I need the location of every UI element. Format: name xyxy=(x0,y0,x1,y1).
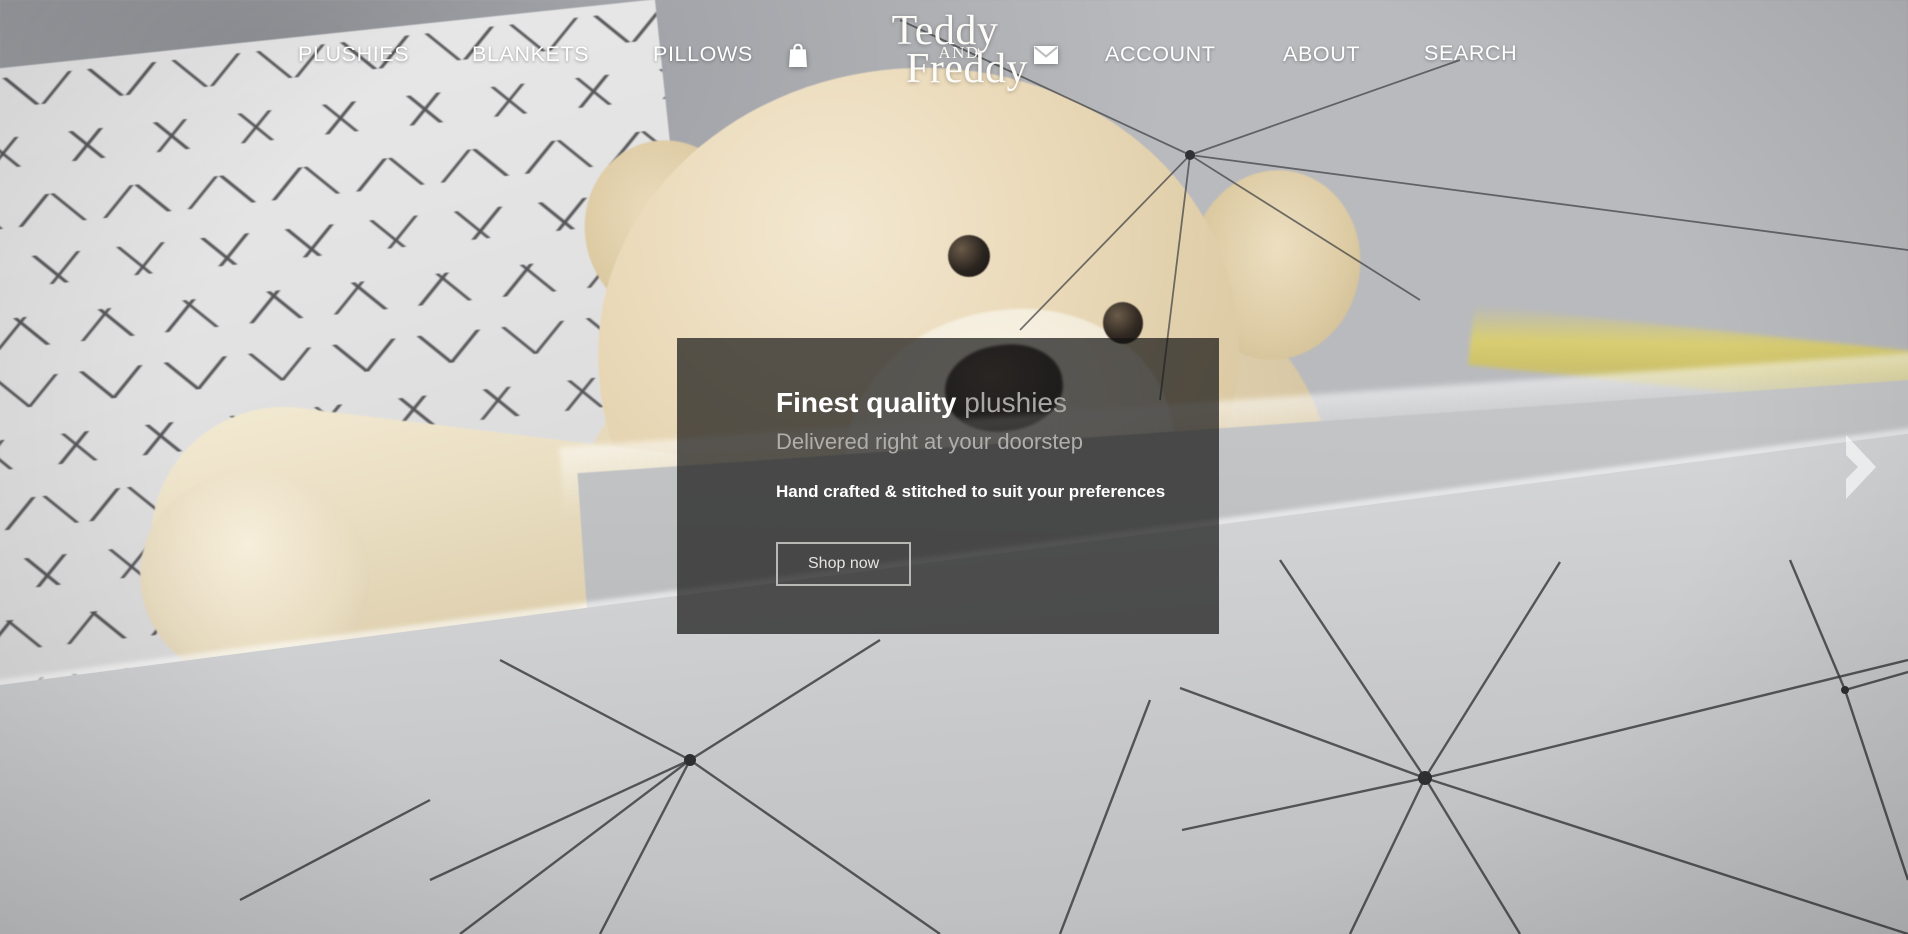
main-navigation: PLUSHIES BLANKETS PILLOWS Teddy AND Fred… xyxy=(0,0,1908,108)
hero-content-card: Finest quality plushies Delivered right … xyxy=(677,338,1219,634)
logo-line-2: Freddy xyxy=(906,46,1028,93)
site-header: PLUSHIES BLANKETS PILLOWS Teddy AND Fred… xyxy=(0,0,1908,108)
carousel-next-button[interactable] xyxy=(1836,430,1886,504)
hero-title-soft: plushies xyxy=(964,387,1067,418)
hero-title-strong: Finest quality xyxy=(776,387,957,418)
chevron-right-icon xyxy=(1846,435,1876,499)
envelope-icon[interactable] xyxy=(1033,44,1059,66)
shop-now-button[interactable]: Shop now xyxy=(776,542,912,587)
nav-link-blankets[interactable]: BLANKETS xyxy=(472,42,589,67)
site-logo[interactable]: Teddy AND Freddy xyxy=(856,10,1056,93)
nav-link-search[interactable]: SEARCH xyxy=(1424,41,1517,66)
shopping-bag-icon[interactable] xyxy=(786,42,810,68)
hero-subtitle: Delivered right at your doorstep xyxy=(776,428,1083,454)
nav-link-account[interactable]: ACCOUNT xyxy=(1105,42,1216,67)
nav-link-pillows[interactable]: PILLOWS xyxy=(653,42,753,67)
nav-link-plushies[interactable]: PLUSHIES xyxy=(298,42,409,67)
hero-tagline: Hand crafted & stitched to suit your pre… xyxy=(776,482,1166,502)
hero-title: Finest quality plushies xyxy=(776,386,1219,420)
hero-section: PLUSHIES BLANKETS PILLOWS Teddy AND Fred… xyxy=(0,0,1908,934)
hero-content: Finest quality plushies Delivered right … xyxy=(677,338,1219,587)
nav-link-about[interactable]: ABOUT xyxy=(1283,42,1360,67)
